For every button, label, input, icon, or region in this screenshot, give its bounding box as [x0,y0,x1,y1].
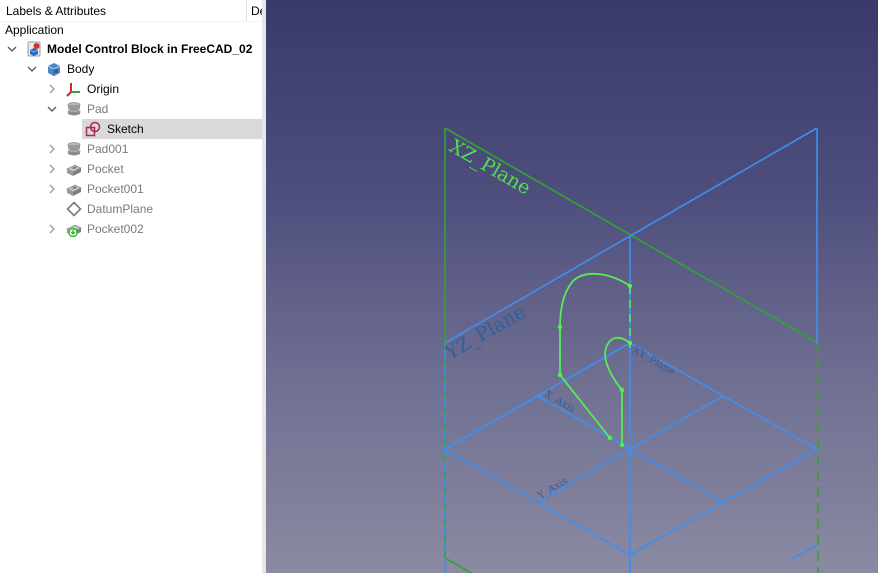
sketch-vertex[interactable] [619,442,625,448]
tree-item-application[interactable]: Application [0,20,262,40]
tree-item-pad001[interactable]: Pad001 [0,139,262,159]
chevron-down-icon[interactable] [6,39,18,59]
tree-item-label: Pocket [87,162,124,176]
tree-item-label: Body [67,62,95,76]
tree-item-pad[interactable]: Pad [0,99,262,119]
pocket-icon [66,161,82,177]
tree-item-label: Pad [87,102,109,116]
sketch-vertex[interactable] [627,283,633,289]
scene-svg: XZ_Plane YZ_Plane XY_Plane X_Axis Y_Axis [441,127,819,573]
tree-item-pocket[interactable]: Pocket [0,159,262,179]
tree-item-label: DatumPlane [87,202,154,216]
pocket-error-icon [66,221,82,238]
xy-plane[interactable]: XY_Plane X_Axis Y_Axis [443,342,819,573]
tree-item-label: Sketch [107,122,144,136]
chevron-right-icon[interactable] [46,219,58,239]
tree-item-body[interactable]: Body [0,59,262,79]
sketch-geometry[interactable] [557,272,633,448]
yz-plane[interactable]: YZ_Plane [441,127,818,573]
bottom-right-edge [789,544,818,561]
pad-icon [66,141,82,157]
tree-item-origin[interactable]: Origin [0,79,262,99]
xz-plane-bottom-edge [444,557,473,573]
3d-viewport[interactable]: XZ_Plane YZ_Plane XY_Plane X_Axis Y_Axis [266,0,878,573]
tree-item-label: Application [5,23,64,37]
datum-plane-icon [66,201,82,217]
sketch-vertex[interactable] [557,324,563,330]
column-header-labels[interactable]: Labels & Attributes [6,4,106,18]
tree-item-pocket001[interactable]: Pocket001 [0,179,262,199]
tree-item-pocket002[interactable]: Pocket002 [0,219,262,239]
document-icon [26,41,42,57]
tree-item-label: Pocket001 [87,182,144,196]
chevron-down-icon[interactable] [46,99,58,119]
xz-plane-label: XZ_Plane [446,135,535,199]
tree-item-label: Origin [87,82,120,96]
tree-item-label: Model Control Block in FreeCAD_02 [47,42,253,56]
chevron-right-icon[interactable] [46,159,58,179]
sketch-vertex[interactable] [557,372,563,378]
xz-plane[interactable]: XZ_Plane [444,127,819,573]
xy-plane-label: XY_Plane [631,345,677,378]
chevron-right-icon[interactable] [46,139,58,159]
tree-header: Labels & Attributes De [0,0,262,22]
chevron-right-icon[interactable] [46,179,58,199]
chevron-right-icon[interactable] [46,79,58,99]
x-axis-line-lower [629,448,724,503]
chevron-down-icon[interactable] [26,59,38,79]
tree-item-label: Pad001 [87,142,129,156]
tree-view-panel: Labels & Attributes De Application Model… [0,0,263,573]
pocket-icon [66,181,82,197]
y-axis-line-upper [629,395,724,450]
tree-item-sketch[interactable]: Sketch [82,119,262,139]
tree-item-label: Pocket002 [87,222,144,236]
origin-icon [66,81,82,97]
y-axis-label: Y_Axis [535,476,570,502]
sketch-vertex[interactable] [607,435,613,441]
column-separator[interactable] [246,0,247,21]
sketch-vertex[interactable] [627,340,633,346]
sketch-inner-profile [604,337,631,445]
pad-icon [66,101,82,117]
tree-item-document[interactable]: Model Control Block in FreeCAD_02 [0,39,262,59]
body-icon [46,61,62,77]
tree-item-datumplane[interactable]: DatumPlane [0,199,262,219]
yz-plane-label: YZ_Plane [441,301,530,365]
sketch-vertex[interactable] [619,387,625,393]
sketch-icon [85,121,101,137]
